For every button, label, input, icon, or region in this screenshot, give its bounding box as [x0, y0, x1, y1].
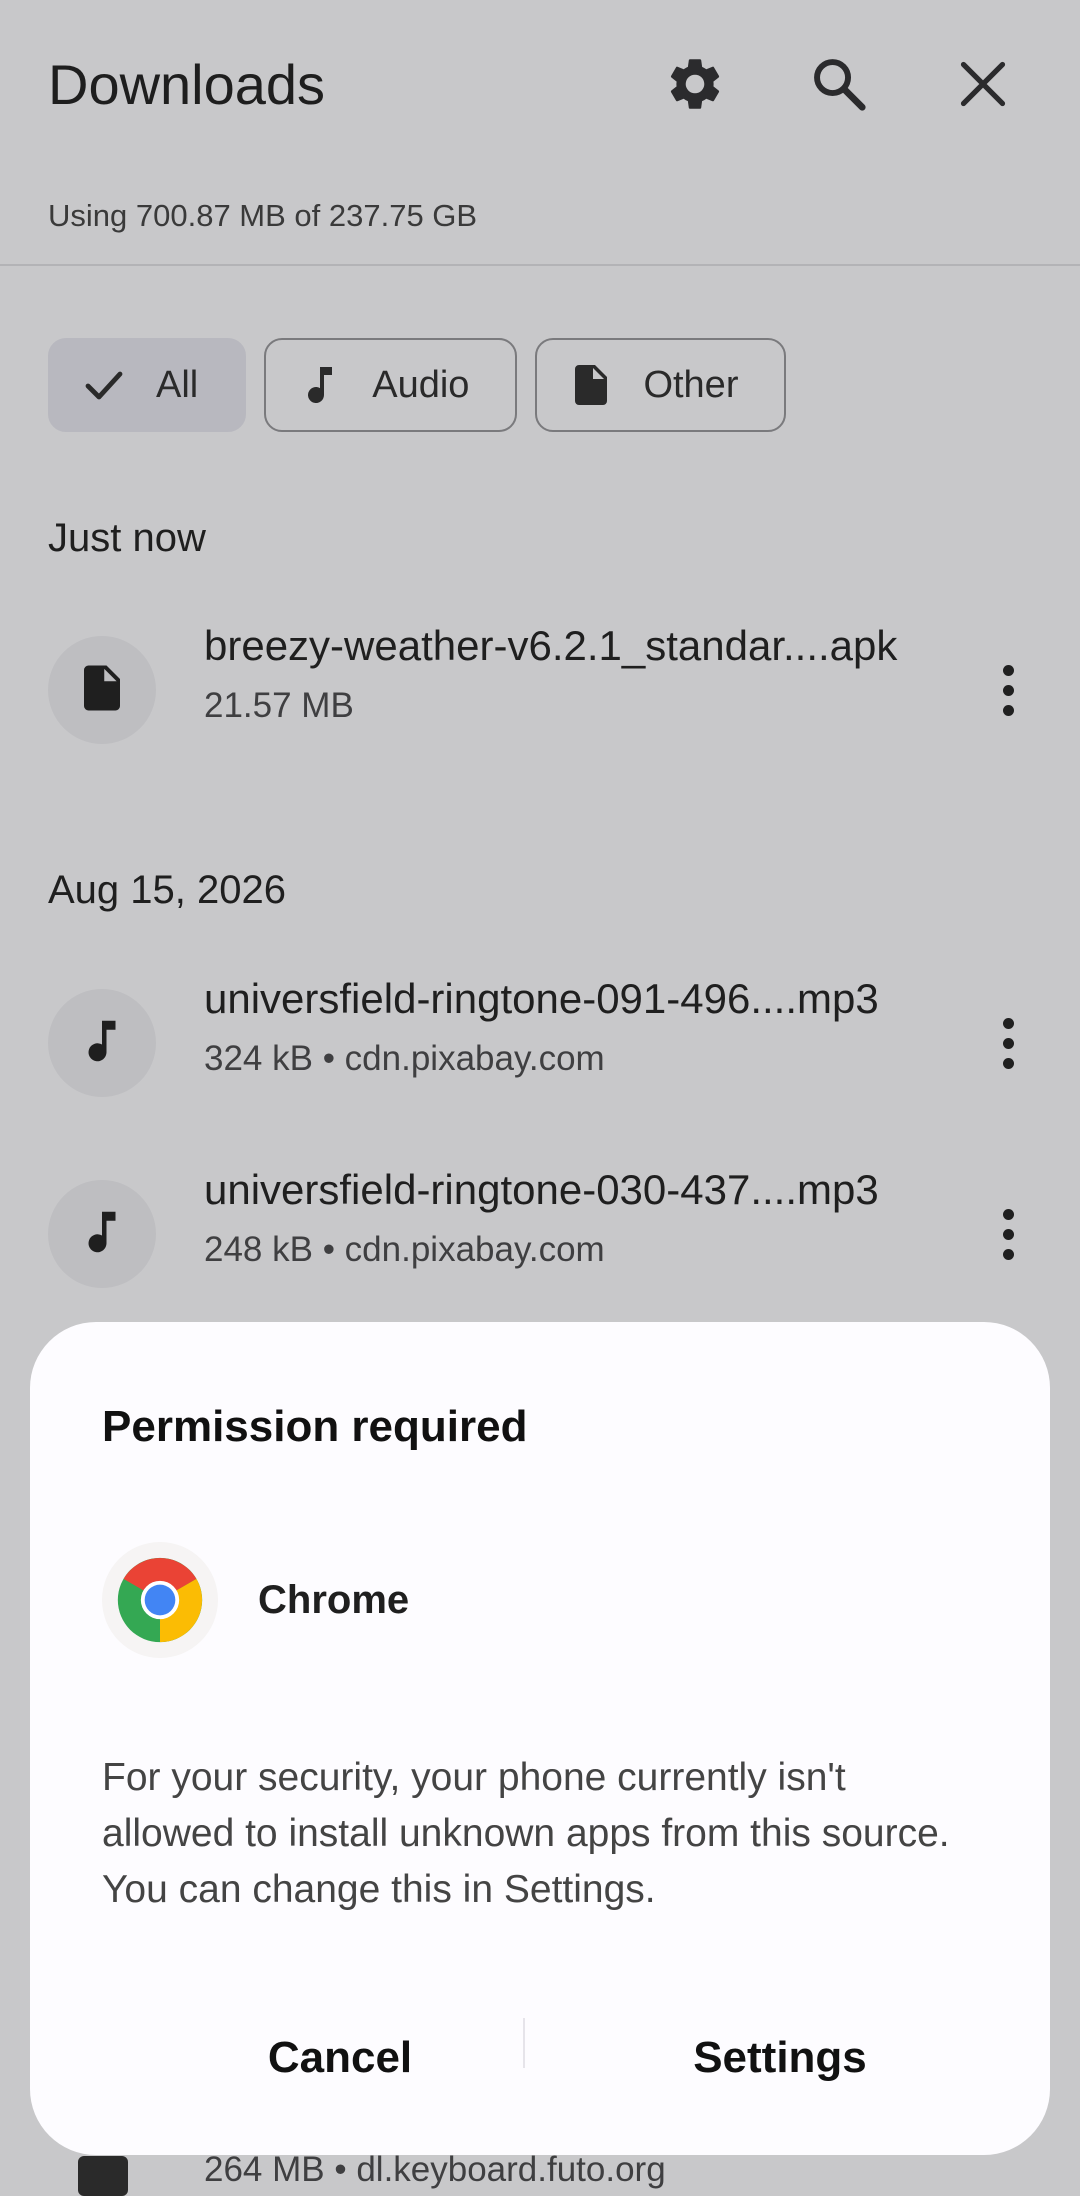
settings-button[interactable]: Settings: [570, 2008, 990, 2108]
more-vert-icon: [1002, 1017, 1014, 1069]
filter-chip-label: Other: [643, 363, 739, 406]
download-item[interactable]: universfield-ringtone-030-437....mp3 248…: [0, 1154, 1080, 1314]
storage-usage-text: Using 700.87 MB of 237.75 GB: [48, 198, 478, 233]
file-thumbnail: [48, 989, 156, 1097]
music-note-icon: [75, 1014, 129, 1073]
downloads-screen: Downloads Using 700.87 MB of 237.75 GB A…: [0, 0, 1080, 2196]
search-button[interactable]: [799, 44, 879, 124]
more-vert-icon: [1002, 664, 1014, 716]
music-note-icon: [296, 361, 344, 409]
dialog-title: Permission required: [102, 1402, 528, 1451]
settings-icon: [664, 53, 726, 115]
download-item[interactable]: breezy-weather-v6.2.1_standar....apk 21.…: [0, 610, 1080, 770]
file-thumbnail: [48, 636, 156, 744]
header-divider: [0, 264, 1080, 266]
cancel-button[interactable]: Cancel: [170, 2008, 510, 2108]
check-icon: [80, 361, 128, 409]
filter-chip-label: Audio: [372, 363, 470, 406]
more-options-button[interactable]: [968, 1194, 1048, 1274]
app-name: Chrome: [258, 1578, 410, 1622]
dialog-message: For your security, your phone currently …: [102, 1756, 950, 1911]
filter-chip-audio[interactable]: Audio: [264, 338, 518, 432]
chrome-logo-icon: [102, 1542, 218, 1658]
close-button[interactable]: [943, 44, 1023, 124]
music-note-icon: [75, 1205, 129, 1264]
filter-chip-other[interactable]: Other: [535, 338, 787, 432]
button-divider: [523, 2018, 525, 2068]
more-options-button[interactable]: [968, 1003, 1048, 1083]
file-thumbnail-partial: [78, 2156, 128, 2196]
file-meta: 324 kB • cdn.pixabay.com: [204, 1039, 605, 1078]
settings-button[interactable]: [655, 44, 735, 124]
file-name: universfield-ringtone-091-496....mp3: [204, 975, 879, 1022]
section-header-date: Aug 15, 2026: [48, 868, 286, 912]
document-icon: [567, 361, 615, 409]
permission-dialog: Permission required Chrome For your secu…: [30, 1322, 1050, 2155]
file-meta: 21.57 MB: [204, 686, 354, 725]
document-icon: [75, 661, 129, 720]
search-icon: [808, 53, 870, 115]
section-header-just-now: Just now: [48, 516, 206, 560]
top-app-bar: Downloads: [0, 0, 1080, 170]
close-icon: [957, 58, 1009, 110]
file-name: universfield-ringtone-030-437....mp3: [204, 1166, 879, 1213]
file-thumbnail: [48, 1180, 156, 1288]
file-meta: 264 MB • dl.keyboard.futo.org: [204, 2150, 666, 2189]
more-options-button[interactable]: [968, 650, 1048, 730]
file-name: breezy-weather-v6.2.1_standar....apk: [204, 622, 898, 669]
filter-chips: All Audio Other: [48, 338, 787, 432]
filter-chip-label: All: [156, 363, 199, 406]
filter-chip-all[interactable]: All: [48, 338, 247, 432]
more-vert-icon: [1002, 1208, 1014, 1260]
download-item[interactable]: universfield-ringtone-091-496....mp3 324…: [0, 963, 1080, 1123]
page-title: Downloads: [48, 53, 326, 116]
file-meta: 248 kB • cdn.pixabay.com: [204, 1230, 605, 1269]
